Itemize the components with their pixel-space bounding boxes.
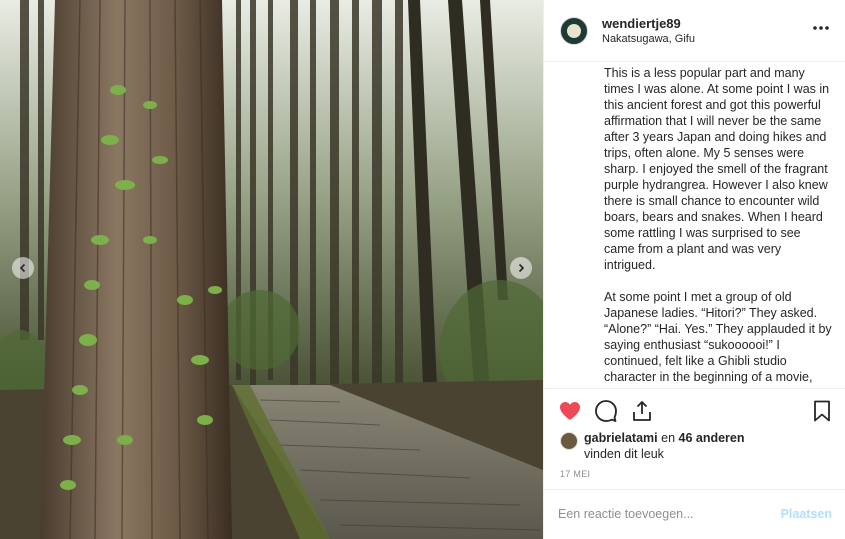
caption-text: This is a less popular part and many tim… — [604, 65, 834, 385]
share-icon[interactable] — [630, 399, 654, 423]
caption-paragraph-1: This is a less popular part and many tim… — [604, 66, 830, 272]
likes-summary: gabrielatami en 46 anderen — [584, 431, 745, 445]
post-date[interactable]: 17 MEI — [560, 469, 590, 479]
carousel-prev-button[interactable] — [12, 257, 34, 279]
caption-paragraph-2: At some point I met a group of old Japan… — [604, 290, 832, 384]
likes-suffix: vinden dit leuk — [584, 447, 664, 461]
post-header: wendiertje89 Nakatsugawa, Gifu — [544, 0, 845, 62]
more-horizontal-icon[interactable] — [811, 22, 831, 38]
forest-image — [0, 0, 543, 539]
comment-icon[interactable] — [594, 399, 618, 423]
carousel-next-button[interactable] — [510, 257, 532, 279]
location-link[interactable]: Nakatsugawa, Gifu — [602, 33, 695, 45]
username-link[interactable]: wendiertje89 — [602, 16, 681, 31]
upload-share-icon — [633, 401, 651, 421]
likes-connector: en — [657, 431, 679, 445]
likes-others-link[interactable]: 46 anderen — [679, 431, 745, 445]
heart-filled-icon — [560, 402, 580, 420]
post-side-panel: wendiertje89 Nakatsugawa, Gifu This is a… — [543, 0, 845, 539]
liker-avatar[interactable] — [560, 432, 578, 450]
save-bookmark-icon — [814, 400, 830, 422]
bookmark-icon[interactable] — [810, 399, 834, 423]
heart-icon[interactable] — [558, 399, 582, 423]
more-dots-icon — [813, 26, 829, 30]
post-comment-button[interactable]: Plaatsen — [781, 507, 832, 521]
comment-input[interactable] — [558, 504, 758, 524]
post-photo[interactable] — [0, 0, 543, 539]
chevron-right-icon — [518, 263, 525, 273]
liker-username[interactable]: gabrielatami — [584, 431, 658, 445]
chevron-left-icon — [19, 263, 26, 273]
speech-bubble-icon — [595, 400, 617, 422]
avatar[interactable] — [560, 17, 588, 45]
comment-section: Plaatsen — [544, 489, 845, 539]
